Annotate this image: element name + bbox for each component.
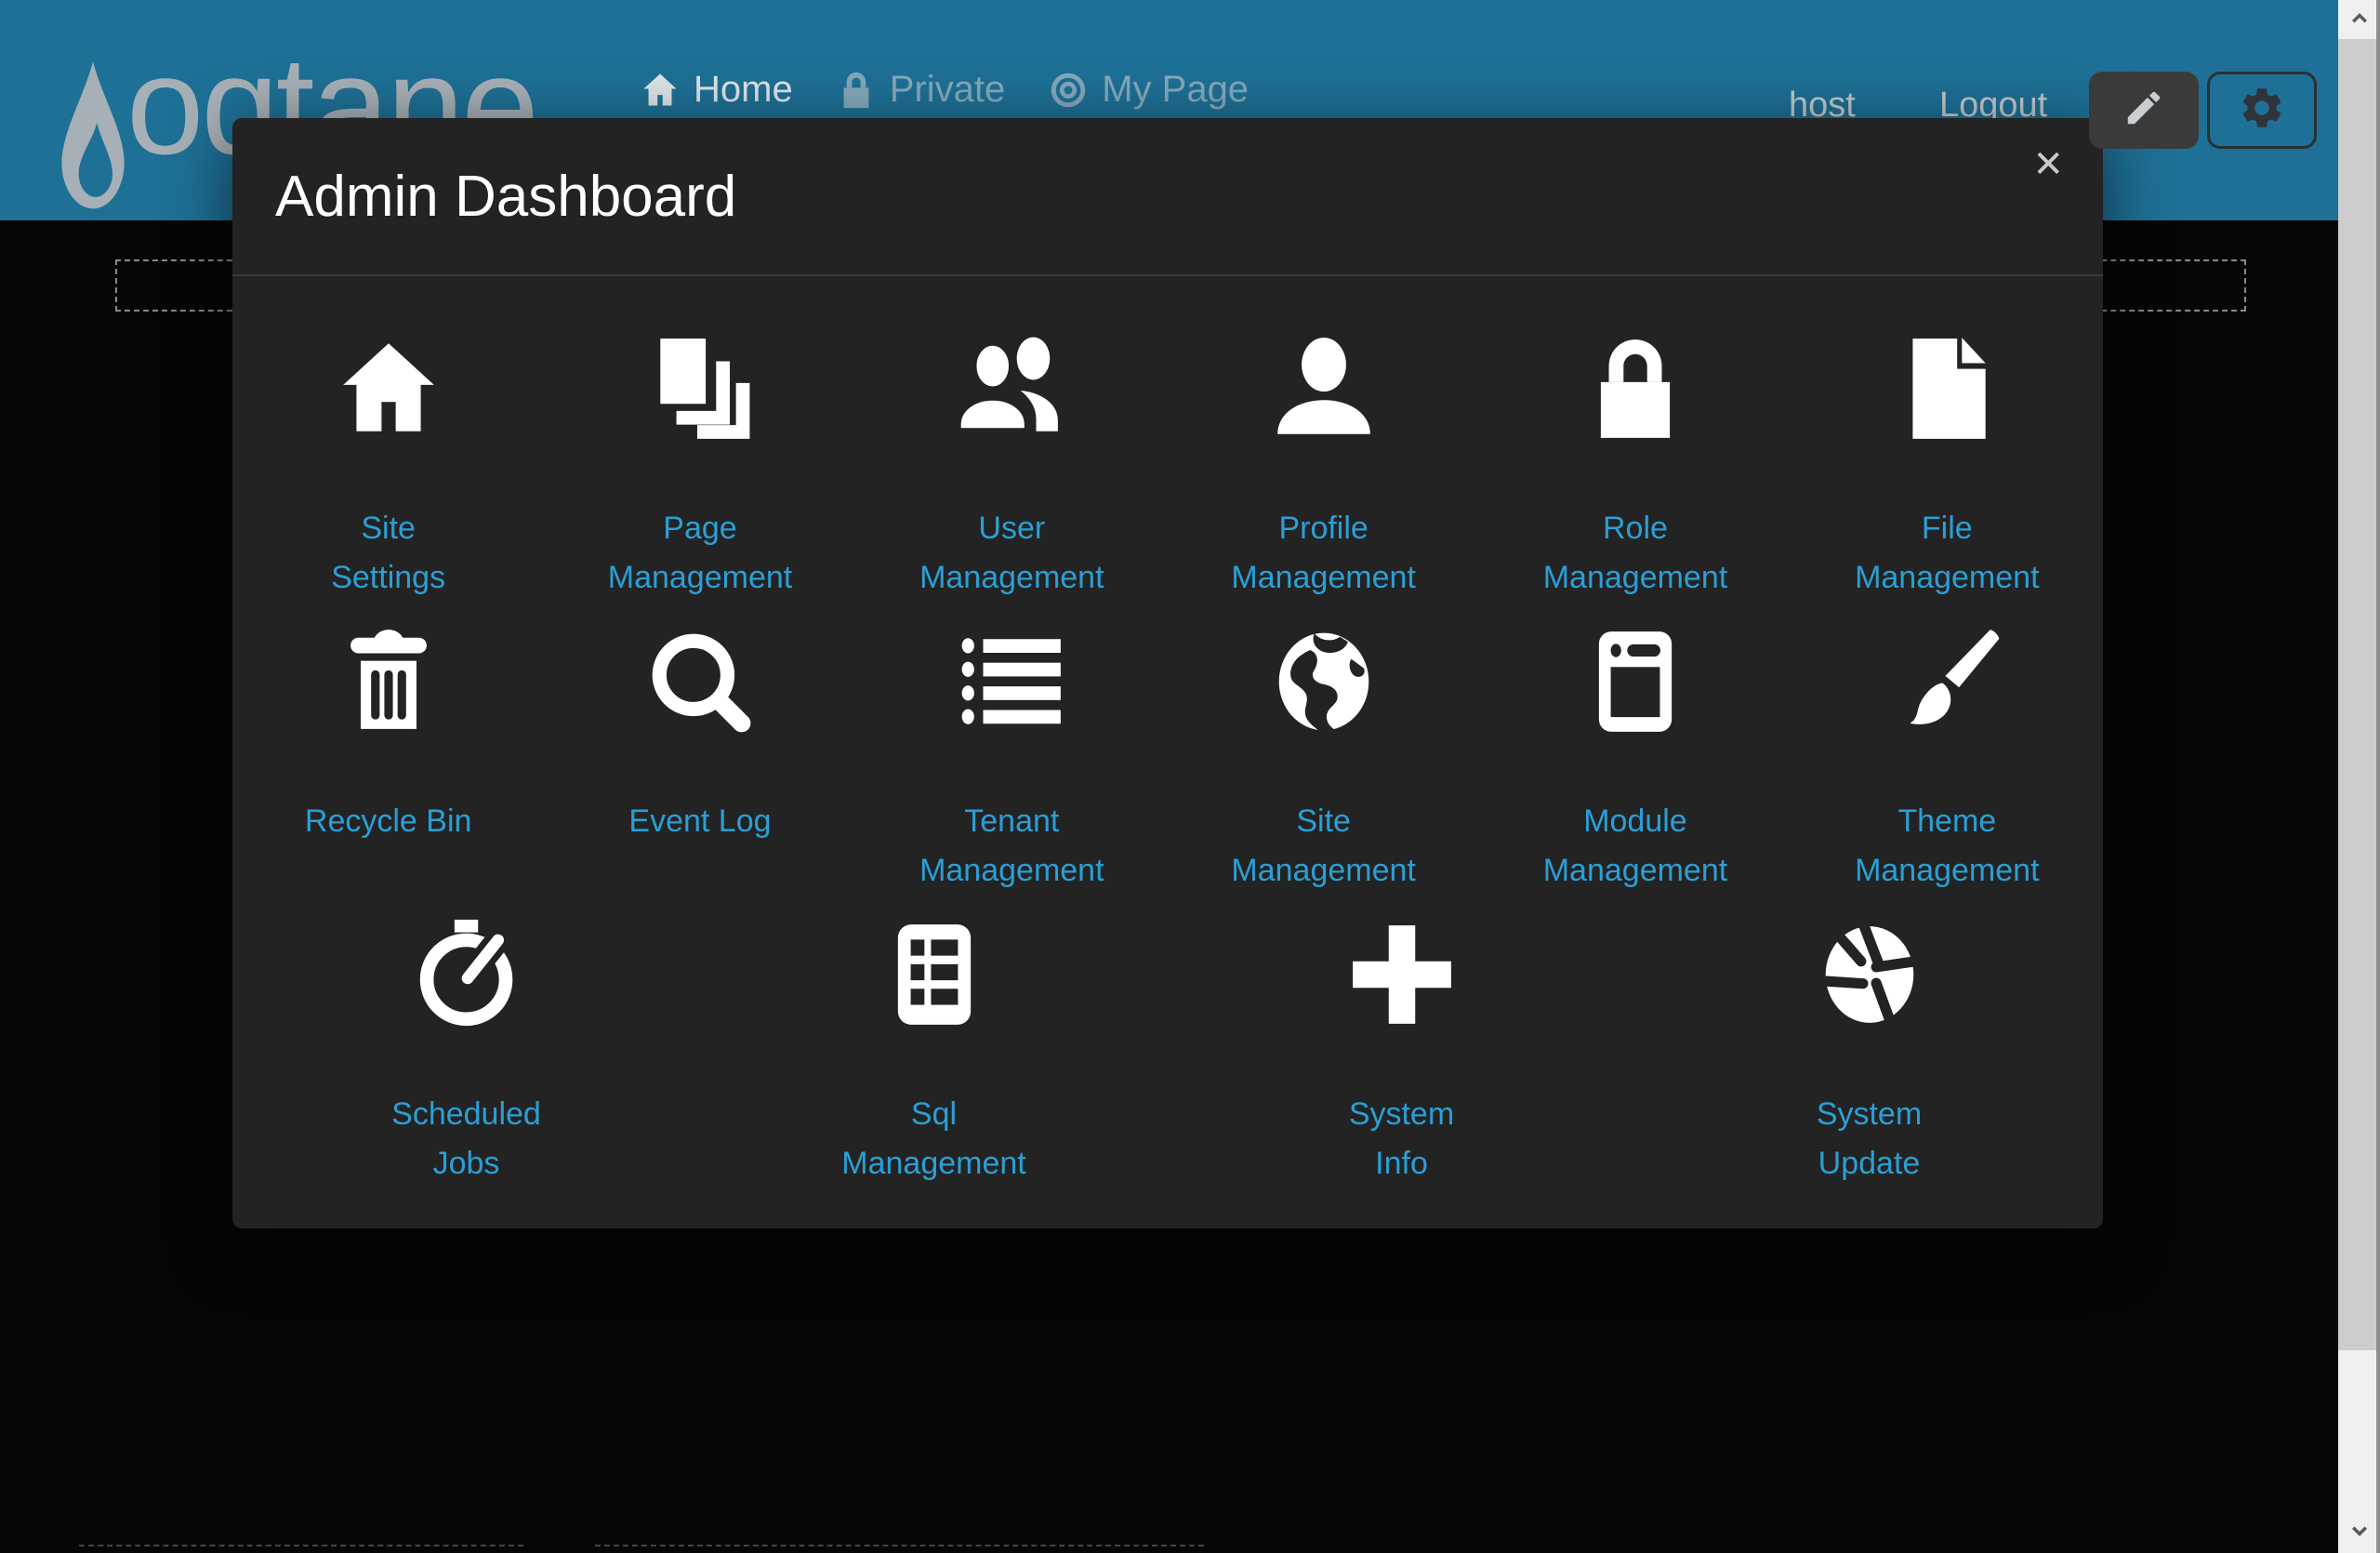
clipped-bottom-pane-left: [79, 1545, 523, 1553]
admin-tile-row: Recycle BinEvent LogTenantManagementSite…: [232, 569, 2103, 862]
home-icon: [232, 330, 544, 446]
people-icon: [856, 330, 1168, 446]
admin-tile-event-log[interactable]: Event Log: [544, 569, 855, 862]
scroll-up-button[interactable]: [2338, 0, 2380, 39]
admin-tile-role-management[interactable]: RoleManagement: [1479, 276, 1791, 569]
nav-item-label: Home: [694, 69, 793, 111]
file-icon: [1792, 330, 2103, 446]
admin-tile-label: SystemInfo: [1246, 1090, 1557, 1188]
target-icon: [1048, 70, 1089, 111]
close-icon[interactable]: ✕: [2032, 144, 2064, 185]
person-icon: [1168, 330, 1479, 446]
list-icon: [856, 623, 1168, 739]
pencil-icon: [2122, 86, 2165, 134]
admin-tile-recycle-bin[interactable]: Recycle Bin: [232, 569, 544, 862]
admin-tile-site-management[interactable]: SiteManagement: [1168, 569, 1479, 862]
plus-icon: [1246, 916, 1557, 1032]
drop-icon: [54, 58, 132, 214]
clipped-bottom-pane-right: [595, 1545, 1204, 1553]
admin-tile-page-management[interactable]: PageManagement: [544, 276, 855, 569]
home-icon: [640, 70, 681, 111]
admin-tile-theme-management[interactable]: ThemeManagement: [1792, 569, 2103, 862]
chevron-down-icon: [2347, 1520, 2372, 1548]
vertical-scrollbar[interactable]: [2338, 0, 2380, 1553]
admin-tile-file-management[interactable]: FileManagement: [1792, 276, 2103, 569]
window-edge: [2376, 0, 2380, 1553]
table-icon: [778, 916, 1090, 1032]
stopwatch-icon: [311, 916, 622, 1032]
scrollbar-thumb[interactable]: [2338, 39, 2380, 1350]
nav-item-label: My Page: [1102, 69, 1249, 111]
lock-icon: [836, 70, 877, 111]
admin-tile-module-management[interactable]: ModuleManagement: [1479, 569, 1791, 862]
admin-dashboard-modal: Admin Dashboard ✕ SiteSettingsPageManage…: [232, 118, 2103, 1228]
module-icon: [1479, 623, 1791, 739]
pages-icon: [544, 330, 855, 446]
admin-tile-label: Event Log: [544, 797, 855, 846]
brush-icon: [1792, 623, 2103, 739]
page: oqtane Home Private My Page host Logout …: [0, 0, 2380, 1553]
admin-tile-grid: SiteSettingsPageManagementUserManagement…: [232, 276, 2103, 1155]
admin-tile-row: ScheduledJobs SqlManagement SystemInfo Syst…: [232, 862, 2103, 1155]
main-nav: Home Private My Page: [640, 69, 1249, 111]
admin-tile-label: SqlManagement: [778, 1090, 1090, 1188]
search-icon: [544, 623, 855, 739]
aperture-icon: [1713, 916, 2025, 1032]
admin-tile-label: SystemUpdate: [1713, 1090, 2025, 1188]
settings-button[interactable]: [2207, 72, 2317, 149]
globe-icon: [1168, 623, 1479, 739]
nav-item-label: Private: [890, 69, 1006, 111]
admin-tile-tenant-management[interactable]: TenantManagement: [856, 569, 1168, 862]
admin-tile-row: SiteSettingsPageManagementUserManagement…: [232, 276, 2103, 569]
admin-tile-profile-management[interactable]: ProfileManagement: [1168, 276, 1479, 569]
gear-icon: [2238, 84, 2286, 137]
admin-tile-user-management[interactable]: UserManagement: [856, 276, 1168, 569]
edit-mode-button[interactable]: [2089, 72, 2199, 149]
admin-tile-system-update[interactable]: SystemUpdate: [1713, 862, 2025, 1155]
nav-item-my-page[interactable]: My Page: [1048, 69, 1249, 111]
trash-icon: [232, 623, 544, 739]
admin-tile-site-settings[interactable]: SiteSettings: [232, 276, 544, 569]
scroll-down-button[interactable]: [2338, 1514, 2380, 1553]
admin-tile-system-info[interactable]: SystemInfo: [1246, 862, 1557, 1155]
chevron-up-icon: [2347, 6, 2372, 34]
admin-tile-label: Recycle Bin: [232, 797, 544, 846]
lock-icon: [1479, 330, 1791, 446]
nav-item-private[interactable]: Private: [836, 69, 1006, 111]
modal-title: Admin Dashboard: [275, 168, 736, 226]
admin-tile-scheduled-jobs[interactable]: ScheduledJobs: [311, 862, 622, 1155]
admin-tile-label: ScheduledJobs: [311, 1090, 622, 1188]
site-logo[interactable]: oqtane: [54, 58, 132, 214]
admin-tile-sql-management[interactable]: SqlManagement: [778, 862, 1090, 1155]
nav-item-home[interactable]: Home: [640, 69, 793, 111]
